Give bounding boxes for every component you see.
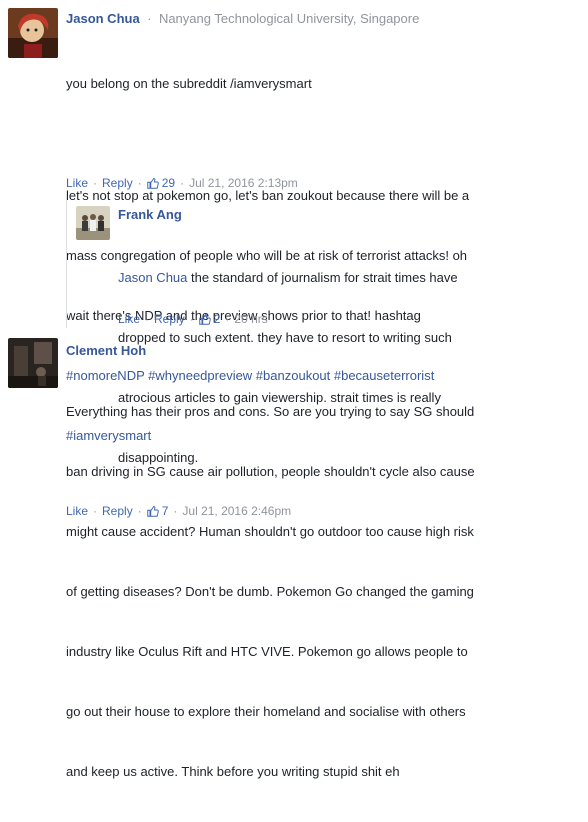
separator-dot: · (93, 504, 98, 518)
comment-line: industry like Oculus Rift and HTC VIVE. … (66, 644, 468, 659)
separator-dot: · (173, 504, 178, 518)
mention-link[interactable]: Jason Chua (118, 270, 187, 285)
like-button[interactable]: Like (66, 176, 88, 190)
like-count[interactable]: 7 (162, 504, 169, 518)
author-affiliation[interactable]: Nanyang Technological University, Singap… (159, 11, 419, 26)
reply-button[interactable]: Reply (154, 312, 185, 326)
thumbs-up-icon (198, 313, 211, 325)
comment-jason-chua: Jason Chua · Nanyang Technological Unive… (0, 0, 588, 443)
separator-dot: · (180, 176, 185, 190)
group-photo-avatar-icon[interactable] (76, 206, 110, 240)
cartoon-avatar-icon[interactable] (8, 8, 58, 58)
author-name[interactable]: Frank Ang (118, 207, 182, 222)
like-button[interactable]: Like (66, 504, 88, 518)
author-name[interactable]: Jason Chua (66, 11, 140, 26)
comment-line: Jason Chua the standard of journalism fo… (118, 268, 578, 288)
comment-clement-hoh: Clement Hoh Everything has their pros an… (0, 332, 588, 779)
comment-line: of getting diseases? Don't be dumb. Poke… (66, 584, 474, 599)
comment-actions: Like · Reply · 2 · 20 hrs (118, 312, 268, 326)
like-count[interactable]: 29 (162, 176, 175, 190)
separator-dot: · (137, 504, 142, 518)
timestamp[interactable]: 20 hrs (234, 312, 267, 326)
comment-body: Everything has their pros and cons. So a… (66, 362, 581, 822)
separator-dot: · (147, 11, 152, 26)
comment-actions: Like · Reply · 7 · Jul 21, 2016 2:46pm (66, 504, 291, 518)
comment-line: go out their house to explore their home… (66, 704, 466, 719)
thumbs-up-icon (146, 505, 159, 517)
thumbs-up-icon (146, 177, 159, 189)
separator-dot: · (189, 312, 194, 326)
comment-line: and keep us active. Think before you wri… (66, 764, 400, 779)
separator-dot: · (225, 312, 230, 326)
author-name[interactable]: Clement Hoh (66, 343, 146, 358)
comment-text: the standard of journalism for strait ti… (187, 270, 458, 285)
comment-line: Everything has their pros and cons. So a… (66, 404, 475, 419)
comment-line: you belong on the subreddit /iamverysmar… (66, 76, 312, 91)
reply-button[interactable]: Reply (102, 176, 133, 190)
like-button[interactable]: Like (118, 312, 140, 326)
timestamp[interactable]: Jul 21, 2016 2:46pm (182, 504, 291, 518)
like-count[interactable]: 2 (214, 312, 221, 326)
dark-room-avatar-icon[interactable] (8, 338, 58, 388)
reply-frank-ang: Frank Ang Jason Chua the standard of jou… (0, 200, 588, 465)
separator-dot: · (145, 312, 150, 326)
comment-line: ban driving in SG cause air pollution, p… (66, 464, 475, 479)
separator-dot: · (137, 176, 142, 190)
comment-line (66, 134, 576, 146)
separator-dot: · (93, 176, 98, 190)
timestamp[interactable]: Jul 21, 2016 2:13pm (189, 176, 298, 190)
comment-line: might cause accident? Human shouldn't go… (66, 524, 474, 539)
comment-actions: Like · Reply · 29 · Jul 21, 2016 2:13pm (66, 176, 298, 190)
reply-button[interactable]: Reply (102, 504, 133, 518)
